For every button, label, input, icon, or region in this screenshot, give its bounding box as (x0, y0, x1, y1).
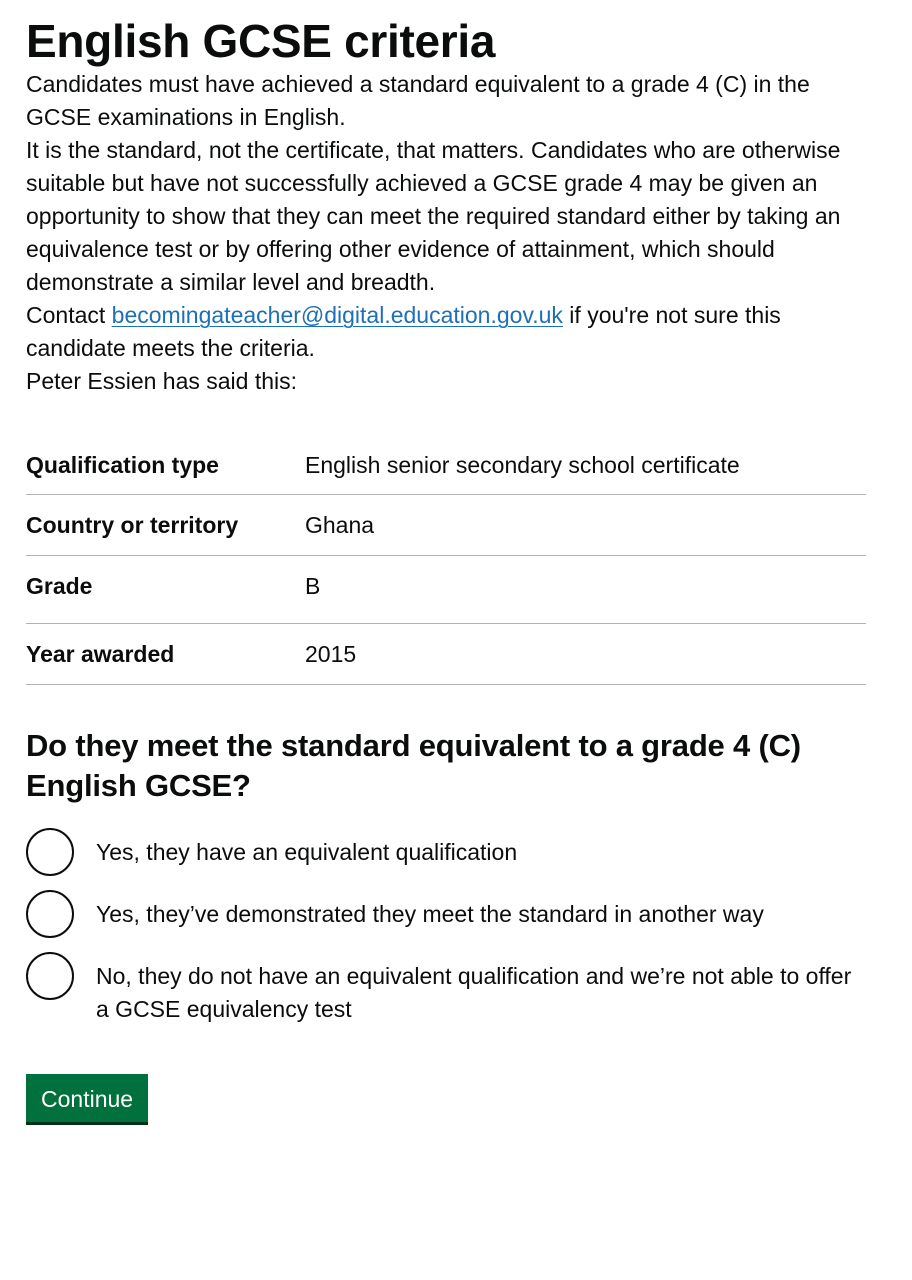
contact-email-link[interactable]: becomingateacher@digital.education.gov.u… (112, 302, 563, 328)
summary-key: Qualification type (26, 452, 219, 478)
radio-option-no-equivalent: No, they do not have an equivalent quali… (26, 952, 866, 1026)
radio-label[interactable]: No, they do not have an equivalent quali… (96, 952, 866, 1026)
continue-button[interactable]: Continue (26, 1074, 149, 1122)
radio-option-equivalent-qualification: Yes, they have an equivalent qualificati… (26, 828, 866, 876)
summary-key: Grade (26, 573, 93, 599)
radio-button[interactable] (26, 890, 74, 938)
radio-button[interactable] (26, 828, 74, 876)
qualification-summary-list: Qualification type English senior second… (26, 442, 866, 685)
summary-value: Ghana (305, 512, 375, 538)
summary-value: B (305, 573, 321, 599)
radio-option-demonstrated-standard: Yes, they’ve demonstrated they meet the … (26, 890, 866, 938)
page-title: English GCSE criteria (26, 15, 496, 67)
criteria-paragraph: Candidates must have achieved a standard… (26, 71, 810, 130)
summary-row: Grade B (26, 556, 866, 624)
summary-value: English senior secondary school certific… (305, 452, 740, 478)
summary-key: Year awarded (26, 641, 175, 667)
page: English GCSE criteria Candidates must ha… (0, 0, 912, 1122)
contact-paragraph: Contact becomingateacher@digital.educati… (26, 299, 866, 365)
summary-value: 2015 (305, 641, 357, 667)
summary-row: Country or territory Ghana (26, 495, 866, 556)
candidate-statement: Peter Essien has said this: (26, 368, 298, 394)
summary-key: Country or territory (26, 512, 239, 538)
summary-row: Qualification type English senior second… (26, 442, 866, 495)
radio-group: Yes, they have an equivalent qualificati… (26, 828, 866, 1026)
radio-button[interactable] (26, 952, 74, 1000)
summary-row: Year awarded 2015 (26, 624, 866, 685)
contact-prefix: Contact (26, 302, 112, 328)
question-heading: Do they meet the standard equivalent to … (26, 728, 801, 803)
radio-label[interactable]: Yes, they’ve demonstrated they meet the … (96, 890, 764, 931)
radio-label[interactable]: Yes, they have an equivalent qualificati… (96, 828, 517, 869)
standard-paragraph: It is the standard, not the certificate,… (26, 137, 841, 295)
